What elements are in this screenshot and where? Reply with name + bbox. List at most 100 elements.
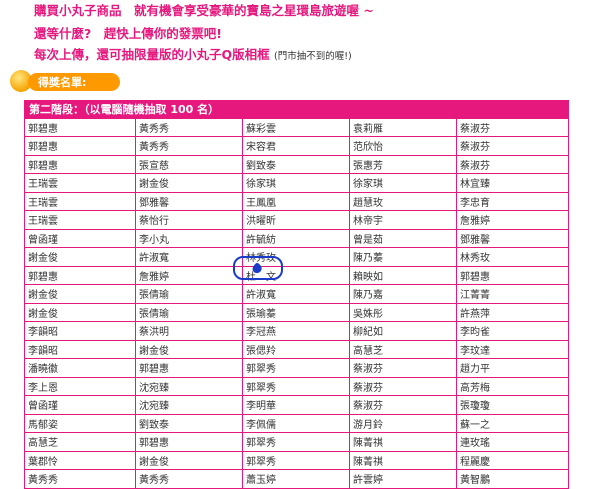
table-row: 謝金俊 張倩瑜 許淑寬 陳乃嘉 江菁菁 [24, 284, 570, 304]
winner-name-cell: 趙力平 [455, 358, 570, 378]
table-row: 潘曉徽 郭碧惠 郭翠秀 蔡淑芬 趙力平 [24, 358, 570, 378]
winner-name-cell: 謝金俊 [24, 247, 136, 267]
winner-name-cell: 李上恩 [24, 376, 136, 396]
winner-name-cell: 洪曜昕 [242, 210, 350, 230]
winner-name-cell: 蔡淑芬 [455, 154, 570, 174]
winner-name-cell: 黃智鵬 [455, 469, 570, 489]
winner-name-cell: 郭碧惠 [24, 265, 136, 285]
table-header: 第二階段：（以電腦隨機抽取 100 名） [23, 100, 570, 119]
winner-name-cell: 許毓紡 [242, 228, 350, 248]
winner-name-cell: 蔡淑芬 [455, 117, 570, 137]
winner-name-cell: 黃秀秀 [24, 469, 136, 489]
winner-name-cell: 陳乃蓁 [349, 247, 457, 267]
winner-name-cell: 曾是茹 [349, 228, 457, 248]
winner-name-cell: 李昀雀 [455, 321, 570, 341]
table-row: 高慧芝 郭碧惠 郭翠秀 陳菁祺 連玫瑤 [24, 432, 570, 452]
winner-name-cell: 王瑞雲 [24, 173, 136, 193]
winner-name-cell: 李忠育 [455, 191, 570, 211]
winner-name-cell: 沈宛臻 [135, 395, 243, 415]
winner-name-cell: 張宣慈 [135, 154, 243, 174]
winner-name-cell: 陳乃嘉 [349, 284, 457, 304]
winner-name-cell: 郭碧惠 [24, 136, 136, 156]
winner-name-cell: 劉致泰 [242, 154, 350, 174]
winner-name-cell: 蔡淑芬 [349, 358, 457, 378]
table-body: 郭碧惠 黃秀秀 蘇彩雲 袁莉雁 蔡淑芬 郭碧惠 黃秀秀 宋容君 范欣怡 蔡淑芬 郭碧惠 張宣慈 劉致泰張… [24, 117, 570, 489]
winner-name-cell: 李冠燕 [242, 321, 350, 341]
winner-name-cell: 張瓊瓊 [455, 395, 570, 415]
winner-name-cell: 高芳梅 [455, 376, 570, 396]
table-row: 王瑞雲 謝金俊 徐家琪 徐家琪 林宜臻 [24, 173, 570, 193]
winner-name-cell: 謝金俊 [135, 339, 243, 359]
winner-name-cell: 鄧雅馨 [455, 228, 570, 248]
table-row: 曾函瑾 李小丸 許毓紡 曾是茹 鄧雅馨 [24, 228, 570, 248]
winner-name-cell: 謝金俊 [135, 173, 243, 193]
table-row: 李韻昭 蔡洪明 李冠燕 柳紀如 李昀雀 [24, 321, 570, 341]
table-row: 謝金俊 許淑寬 林秀玫 陳乃蓁 林秀玫 [24, 247, 570, 267]
winner-name-cell: 黃秀秀 [135, 136, 243, 156]
winner-name-cell: 蘇一之 [455, 413, 570, 433]
winner-name-cell: 林帝宇 [349, 210, 457, 230]
winners-table: 第二階段：（以電腦隨機抽取 100 名） 郭碧惠 黃秀秀 蘇彩雲 袁莉雁 蔡淑芬 郭碧惠黃… [23, 100, 570, 489]
winner-name-cell: 蔡洪明 [135, 321, 243, 341]
winner-name-cell: 蘇彩雲 [242, 117, 350, 137]
table-row: 馬郁姿 劉致泰 李佩儒 游月鈴 蘇一之 [24, 413, 570, 433]
winner-name-cell: 郭碧惠 [24, 117, 136, 137]
promo-line-3-text: 每次上傳，還可抽限量版的小丸子Q版相框 [34, 47, 270, 62]
promo-note: (門市抽不到的喔!) [274, 51, 352, 62]
winner-name-cell: 張惠芳 [349, 154, 457, 174]
winner-name-cell: 徐家琪 [349, 173, 457, 193]
winner-name-cell: 郭翠秀 [242, 358, 350, 378]
winner-name-cell: 吳姝彤 [349, 302, 457, 322]
table-row: 李上恩 沈宛臻 郭翠秀 蔡淑芬 高芳梅 [24, 376, 570, 396]
winner-name-cell: 詹雅婷 [455, 210, 570, 230]
winner-name-cell: 趙慧玫 [349, 191, 457, 211]
winner-name-cell: 袁莉雁 [349, 117, 457, 137]
winner-name-cell: 郭碧惠 [24, 154, 136, 174]
winner-name-cell: 柳紀如 [349, 321, 457, 341]
promo-line-3: 每次上傳，還可抽限量版的小丸子Q版相框 (門市抽不到的喔!) [34, 44, 352, 63]
table-row: 謝金俊 張倩瑜 張瑜蓁 吳姝彤 許燕萍 [24, 302, 570, 322]
winner-name-cell: 馬郁姿 [24, 413, 136, 433]
winner-name-cell: 郭翠秀 [242, 450, 350, 470]
winner-name-cell: 郭翠秀 [242, 432, 350, 452]
winner-name-cell: 張倩瑜 [135, 302, 243, 322]
winner-name-cell: 張倩瑜 [135, 284, 243, 304]
winner-name-cell: 曾函瑾 [24, 395, 136, 415]
winner-name-cell: 林秀玫 [455, 247, 570, 267]
winner-name-cell: 葉郡怜 [24, 450, 136, 470]
winner-name-cell: 王鳳凰 [242, 191, 350, 211]
winner-name-cell: 許燕萍 [455, 302, 570, 322]
winner-name-cell: 鄧雅馨 [135, 191, 243, 211]
winner-name-cell: 徐家琪 [242, 173, 350, 193]
winner-name-cell: 賴映如 [349, 265, 457, 285]
winner-name-cell: 蕭玉婷 [242, 469, 350, 489]
winner-name-cell: 李韻昭 [24, 339, 136, 359]
winner-name-cell: 陳菁祺 [349, 432, 457, 452]
table-row: 王瑞雲 鄧雅馨 王鳳凰 趙慧玫 李忠育 [24, 191, 570, 211]
winner-name-cell: 郭碧惠 [135, 432, 243, 452]
table-row: 郭碧惠 詹雅婷杜 文賴映如 郭碧惠 [24, 265, 570, 285]
winner-name-cell: 沈宛臻 [135, 376, 243, 396]
winner-name-cell: 李佩儒 [242, 413, 350, 433]
winner-name-cell: 林宜臻 [455, 173, 570, 193]
winner-name-cell: 謝金俊 [135, 450, 243, 470]
winner-name-cell: 謝金俊 [24, 284, 136, 304]
winner-name-cell: 連玫瑤 [455, 432, 570, 452]
winner-name-cell: 江菁菁 [455, 284, 570, 304]
winner-name-cell: 程麗慶 [455, 450, 570, 470]
table-row: 葉郡怜 謝金俊 郭翠秀 陳菁祺 程麗慶 [24, 450, 570, 470]
winner-name-cell: 李玟達 [455, 339, 570, 359]
winner-name-cell: 蔡怡行 [135, 210, 243, 230]
table-row: 郭碧惠 黃秀秀 宋容君 范欣怡 蔡淑芬 [24, 136, 570, 156]
ink-blot-icon [252, 263, 262, 274]
winner-name-cell: 郭翠秀 [242, 376, 350, 396]
promo-line-2: 還等什麼? 趕快上傳你的發票吧! [34, 26, 222, 41]
winner-name-cell: 詹雅婷 [135, 265, 243, 285]
winner-name-cell: 李小丸 [135, 228, 243, 248]
table-row: 曾函瑾 沈宛臻 李明華 蔡淑芬 張瓊瓊 [24, 395, 570, 415]
winners-list-label: 得獎名單: [38, 76, 87, 89]
winner-name-cell: 許淑寬 [135, 247, 243, 267]
winners-list-badge: 得獎名單: [10, 68, 125, 94]
winner-name-cell: 范欣怡 [349, 136, 457, 156]
winner-name-cell: 張瑜蓁 [242, 302, 350, 322]
